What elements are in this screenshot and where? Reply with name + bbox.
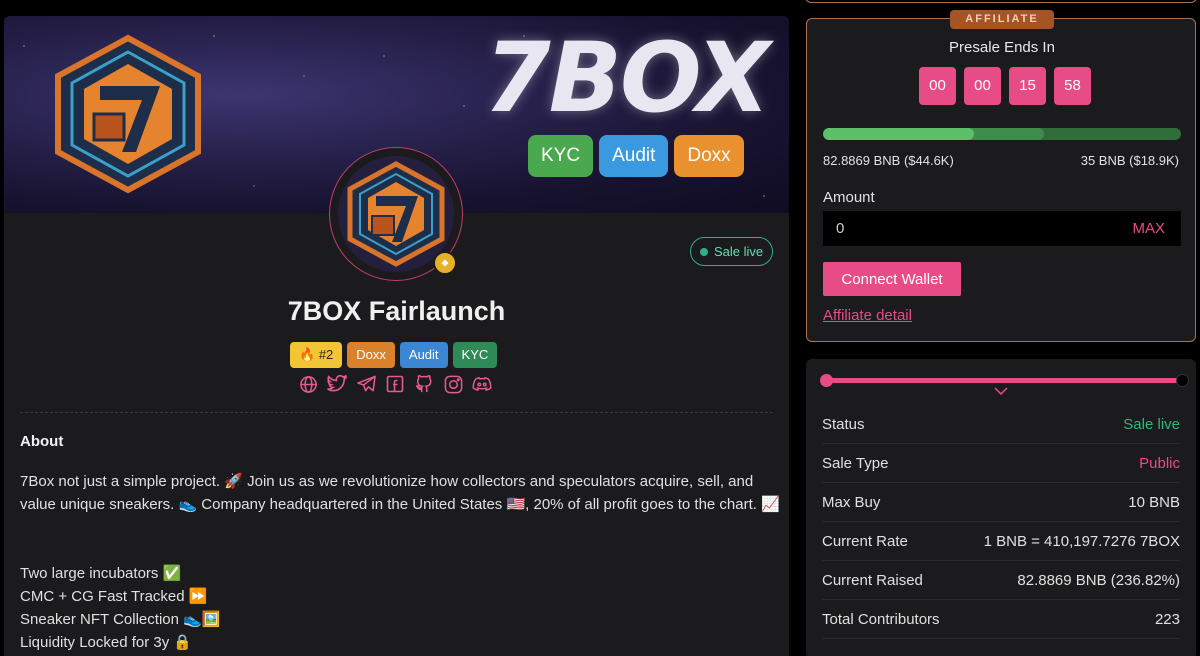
amount-input[interactable] <box>823 211 1181 246</box>
stat-row-max-buy: Max Buy 10 BNB <box>822 483 1180 522</box>
banner-logo-icon <box>55 34 201 194</box>
sale-timeline-slider <box>820 374 1189 387</box>
tag-kyc[interactable]: KYC <box>452 342 498 368</box>
countdown-seconds: 58 <box>1054 67 1091 105</box>
instagram-icon[interactable] <box>443 374 463 394</box>
bnb-chain-icon <box>433 251 457 275</box>
project-title: 7BOX Fairlaunch <box>287 296 506 326</box>
banner-badges: KYC Audit Doxx <box>528 135 744 177</box>
banner-badge-doxx: Doxx <box>674 135 744 177</box>
about-heading: About <box>20 433 64 450</box>
feature-item: Two large incubators ✅ <box>20 565 182 582</box>
banner-title: 7BOX <box>484 22 770 134</box>
stat-row-sale-type: Sale Type Public <box>822 444 1180 483</box>
raise-progress-fill <box>823 128 974 140</box>
sale-info-card: Status Sale live Sale Type Public Max Buy 1… <box>806 359 1196 656</box>
stat-row-current-rate: Current Rate 1 BNB = 410,197.7276 7BOX <box>822 522 1180 561</box>
banner-badge-audit: Audit <box>599 135 669 177</box>
amount-label: Amount <box>823 189 875 206</box>
tag-audit[interactable]: Audit <box>399 342 448 368</box>
twitter-icon[interactable] <box>327 374 347 394</box>
discord-icon[interactable] <box>472 374 492 394</box>
countdown-hours: 00 <box>964 67 1001 105</box>
countdown-minutes: 15 <box>1009 67 1046 105</box>
facebook-icon[interactable] <box>385 374 405 394</box>
stat-row-status: Status Sale live <box>822 405 1180 444</box>
max-button[interactable]: MAX <box>1132 220 1165 237</box>
countdown-days: 00 <box>919 67 956 105</box>
raised-amount: 82.8869 BNB ($44.6K) <box>823 153 954 168</box>
raise-progress-bar <box>823 128 1181 140</box>
status-badge-label: Sale live <box>714 244 764 259</box>
feature-item: Sneaker NFT Collection 👟🖼️ <box>20 611 221 628</box>
chevron-down-icon[interactable] <box>994 387 1008 395</box>
previous-card-edge <box>805 0 1197 3</box>
connect-wallet-button[interactable]: Connect Wallet <box>823 262 961 296</box>
feature-item: CMC + CG Fast Tracked ⏩ <box>20 588 208 605</box>
slider-end-knob <box>1176 374 1189 387</box>
about-paragraph: 7Box not just a simple project. 🚀 Join u… <box>20 473 780 513</box>
project-card: 7BOX KYC Audit Doxx Sale live 7BOX Fairl… <box>4 16 789 656</box>
target-amount: 35 BNB ($18.9K) <box>1080 153 1179 168</box>
banner-badge-kyc: KYC <box>528 135 594 177</box>
affiliate-detail-link[interactable]: Affiliate detail <box>823 307 912 324</box>
project-tags: 🔥 #2 Doxx Audit KYC <box>290 342 498 368</box>
stat-row-current-raised: Current Raised 82.8869 BNB (236.82%) <box>822 561 1180 600</box>
status-badge: Sale live <box>690 237 774 266</box>
stat-row-total-contributors: Total Contributors 223 <box>822 600 1180 639</box>
affiliate-label: AFFILIATE <box>950 10 1054 29</box>
presale-ends-label: Presale Ends In <box>949 39 1055 56</box>
project-avatar <box>329 147 463 281</box>
countdown: 00 00 15 58 <box>919 67 1091 105</box>
feature-item: Liquidity Locked for 3y 🔒 <box>20 634 193 651</box>
section-divider <box>20 412 773 413</box>
tag-doxx[interactable]: Doxx <box>347 342 395 368</box>
telegram-icon[interactable] <box>356 374 376 394</box>
presale-card: AFFILIATE Presale Ends In 00 00 15 58 82… <box>806 10 1196 342</box>
globe-icon[interactable] <box>298 374 318 394</box>
slider-start-knob <box>820 374 833 387</box>
github-icon[interactable] <box>414 374 434 394</box>
social-links <box>298 374 492 394</box>
status-dot-icon <box>700 247 708 256</box>
rank-tag: 🔥 #2 <box>290 342 343 368</box>
